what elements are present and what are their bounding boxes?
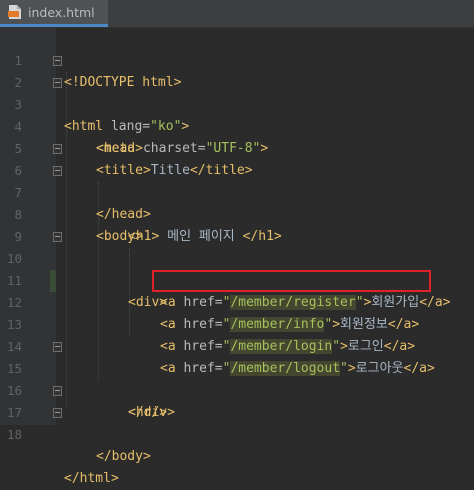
fold-icon[interactable] (53, 408, 62, 418)
highlight-box (152, 270, 431, 292)
code-line: 15 </div> (0, 336, 474, 420)
fold-icon[interactable] (53, 56, 62, 66)
code-line: 17 </body> (0, 380, 474, 464)
code-line: 9 (0, 204, 474, 244)
code-line: 5 <title>Title</title> (0, 116, 474, 178)
code-line: 7 <body> (0, 160, 474, 244)
code-line: 13 <a href="/member/login">로그인</a> (0, 292, 474, 354)
fold-icon[interactable] (53, 386, 62, 396)
tab-index-html[interactable]: index.html (0, 0, 108, 27)
code-line: 6 </head> (0, 138, 474, 222)
code-line: 11 <a href="/member/register">회원가입</a> (0, 248, 474, 310)
code-line: 8 <h1> 메인 페이지 </h1> (0, 182, 474, 244)
code-text: </body> (96, 449, 151, 464)
code-line: 4 <meta charset="UTF-8"> (0, 94, 474, 156)
tab-label: index.html (28, 4, 95, 20)
code-line: 10 <div> (0, 226, 474, 310)
html-file-icon (8, 4, 22, 20)
editor-tab-bar: index.html (0, 0, 474, 28)
code-line: 1 <!DOCTYPE html> (0, 28, 474, 90)
fold-icon[interactable] (53, 342, 62, 352)
line-number: 18 (6, 427, 22, 442)
fold-icon[interactable] (53, 166, 62, 176)
fold-icon[interactable] (53, 232, 62, 242)
code-line: 18 </html> (0, 402, 474, 486)
fold-icon[interactable] (53, 78, 62, 88)
fold-icon[interactable] (53, 144, 62, 154)
code-line: 14 <a href="/member/logout">로그아웃</a> (0, 314, 474, 376)
code-text: </html> (64, 471, 119, 486)
code-line: 16 <hr/> (0, 358, 474, 420)
code-line: 2 <html lang="ko"> (0, 50, 474, 134)
code-line: 3 <head> (0, 72, 474, 156)
